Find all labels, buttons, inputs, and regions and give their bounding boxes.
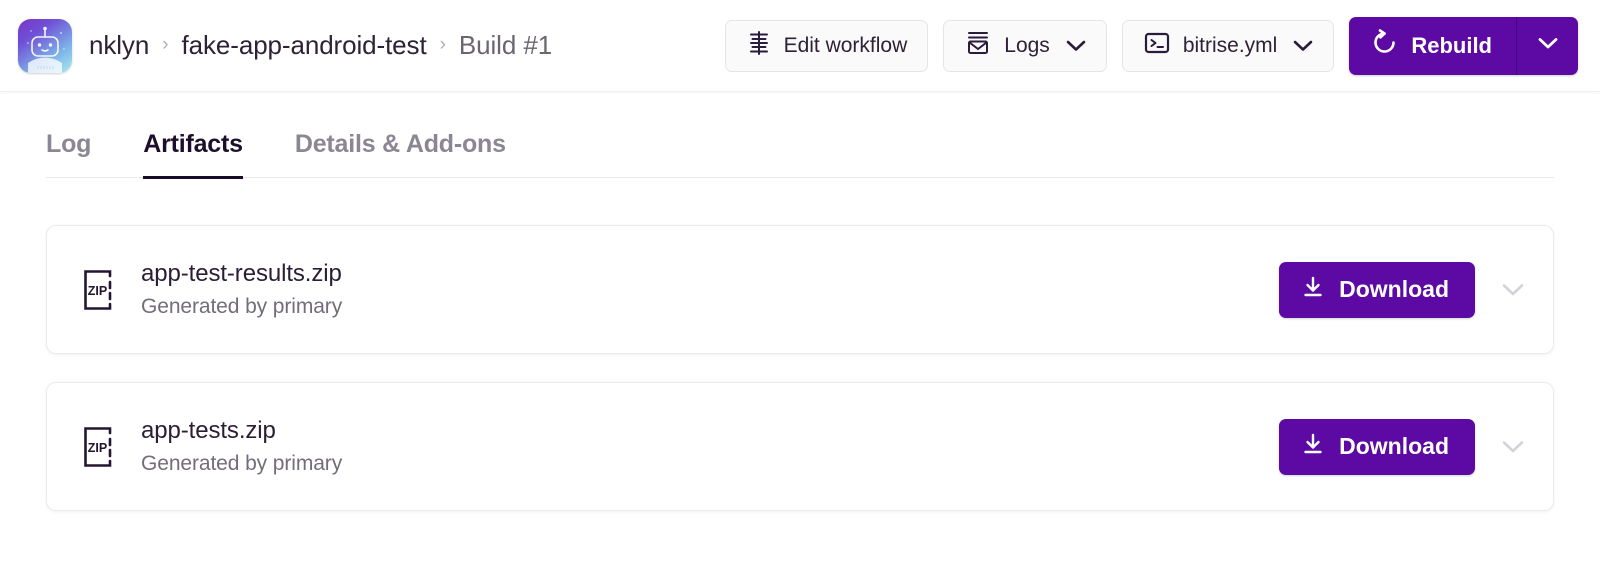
tab-log[interactable]: Log — [46, 130, 91, 179]
artifact-name: app-tests.zip — [141, 417, 276, 444]
workflow-stack-icon — [746, 30, 772, 62]
logs-button[interactable]: Logs — [943, 19, 1107, 72]
artifact-actions: Download — [1279, 261, 1529, 318]
rotate-refresh-icon — [1371, 29, 1398, 62]
rebuild-button-group: Rebuild — [1349, 16, 1578, 75]
download-arrow-icon — [1301, 432, 1325, 462]
tab-artifacts[interactable]: Artifacts — [143, 130, 243, 179]
bitrise-yml-label: bitrise.yml — [1182, 33, 1278, 57]
rebuild-label: Rebuild — [1411, 32, 1492, 58]
breadcrumb-item-build: Build #1 — [458, 30, 553, 60]
header-toolbar: Edit workflow Logs bitrise.yml Rebuild — [724, 16, 1578, 75]
chevron-down-icon — [1537, 36, 1559, 55]
logs-label: Logs — [1004, 33, 1050, 57]
artifact-expand-button[interactable] — [1497, 282, 1529, 297]
rebuild-button[interactable]: Rebuild — [1349, 17, 1516, 75]
artifact-expand-button[interactable] — [1497, 439, 1529, 454]
artifact-info: app-tests.zip Generated by primary — [141, 417, 342, 476]
edit-workflow-label: Edit workflow — [783, 33, 908, 57]
artifact-card: ZIP app-test-results.zip Generated by pr… — [46, 225, 1554, 354]
chevron-down-icon — [1066, 34, 1086, 58]
chevron-down-icon — [1293, 34, 1313, 58]
rebuild-dropdown-button[interactable] — [1516, 16, 1578, 75]
tab-details-add-ons[interactable]: Details & Add-ons — [295, 130, 506, 179]
artifact-name: app-test-results.zip — [141, 260, 342, 287]
breadcrumb-separator-icon: › — [162, 34, 169, 55]
build-tabs: Log Artifacts Details & Add-ons — [46, 92, 1554, 179]
download-label: Download — [1339, 433, 1449, 459]
app-header: nklyn › fake-app-android-test › Build #1 — [0, 0, 1600, 92]
download-arrow-icon — [1301, 275, 1325, 305]
artifacts-list: ZIP app-test-results.zip Generated by pr… — [46, 225, 1554, 511]
breadcrumb-separator-icon: › — [439, 34, 446, 55]
download-button[interactable]: Download — [1279, 261, 1475, 318]
download-button[interactable]: Download — [1279, 418, 1475, 475]
logs-document-icon — [964, 30, 992, 62]
zip-file-icon: ZIP — [77, 424, 119, 470]
artifact-generated-by: Generated by primary — [141, 452, 343, 475]
zip-icon-label: ZIP — [88, 441, 107, 455]
breadcrumb-item-app[interactable]: fake-app-android-test — [182, 30, 427, 61]
breadcrumb-item-org[interactable]: nklyn — [89, 30, 149, 61]
terminal-icon — [1143, 31, 1171, 61]
zip-icon-label: ZIP — [88, 284, 107, 298]
artifact-generated-by: Generated by primary — [141, 295, 343, 318]
bitrise-robot-logo-icon[interactable] — [18, 18, 72, 73]
breadcrumb: nklyn › fake-app-android-test › Build #1 — [89, 30, 552, 61]
download-label: Download — [1339, 276, 1449, 302]
zip-file-icon: ZIP — [77, 267, 119, 313]
page-body: Log Artifacts Details & Add-ons ZIP app-… — [0, 92, 1600, 511]
bitrise-yml-button[interactable]: bitrise.yml — [1121, 19, 1335, 72]
artifact-card: ZIP app-tests.zip Generated by primary D… — [46, 382, 1554, 511]
artifact-info: app-test-results.zip Generated by primar… — [141, 260, 342, 319]
edit-workflow-button[interactable]: Edit workflow — [724, 19, 929, 72]
artifact-actions: Download — [1279, 418, 1529, 475]
